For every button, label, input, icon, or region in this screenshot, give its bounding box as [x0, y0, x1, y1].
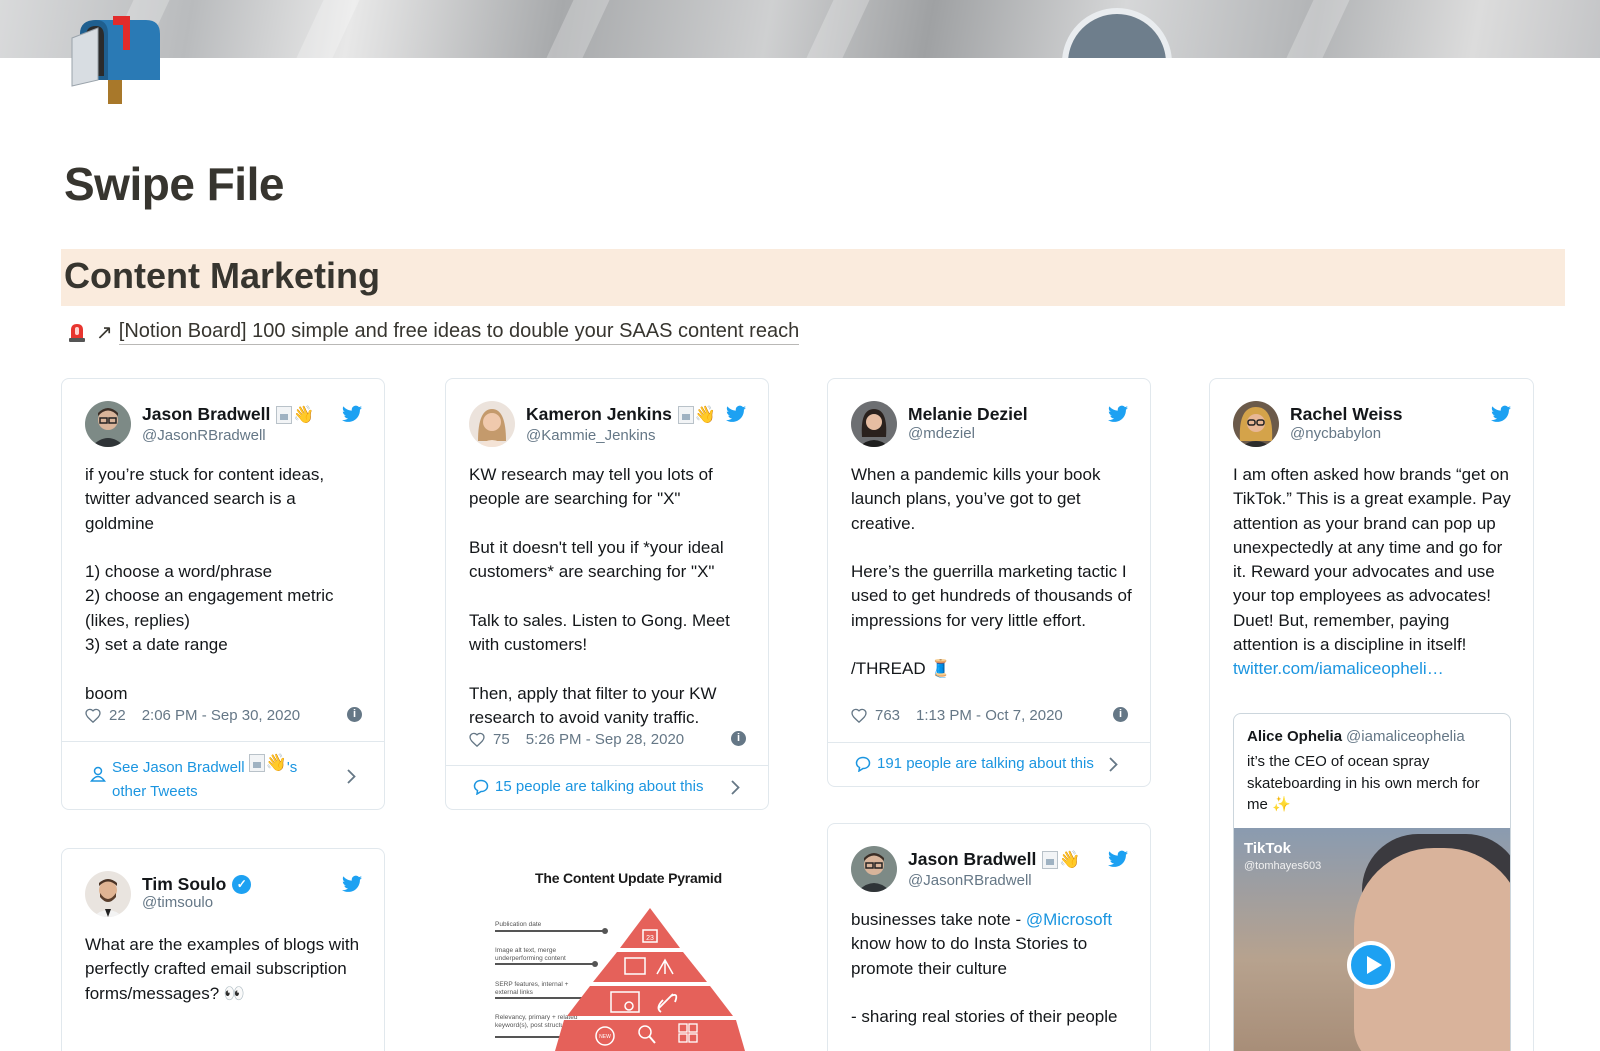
- see-other-tweets-link[interactable]: See Jason Bradwell 👋's other Tweets: [62, 741, 384, 809]
- wave-emoji-icon: 👋: [677, 405, 716, 425]
- tweet-author-handle[interactable]: @JasonRBradwell: [908, 872, 1032, 889]
- avatar[interactable]: [851, 401, 897, 447]
- like-count[interactable]: 763: [875, 707, 900, 724]
- tweet-author-name[interactable]: Tim Soulo ✓: [142, 874, 252, 895]
- tweet-author-handle[interactable]: @JasonRBradwell: [142, 427, 266, 444]
- quoted-tweet-text: it’s the CEO of ocean spray skateboardin…: [1247, 753, 1480, 813]
- avatar[interactable]: [85, 871, 131, 917]
- tweet-author-name[interactable]: Kameron Jenkins 👋: [526, 404, 716, 425]
- section-heading[interactable]: Content Marketing: [64, 255, 380, 297]
- wave-emoji-icon: 👋: [248, 751, 287, 775]
- heart-icon[interactable]: [85, 708, 101, 723]
- link-arrow-icon: ↗: [96, 321, 113, 344]
- person-icon: [90, 766, 106, 782]
- like-count[interactable]: 22: [109, 707, 126, 724]
- tweet-text: KW research may tell you lots of people …: [469, 465, 730, 727]
- notion-board-link-text[interactable]: [Notion Board] 100 simple and free ideas…: [118, 320, 800, 345]
- twitter-bird-icon[interactable]: [342, 405, 362, 423]
- footer-link-text[interactable]: See Jason Bradwell: [112, 759, 245, 776]
- play-button[interactable]: [1347, 941, 1395, 989]
- info-icon[interactable]: i: [731, 731, 746, 746]
- tiktok-handle: @tomhayes603: [1244, 860, 1322, 872]
- tweet-author-handle[interactable]: @nycbabylon: [1290, 425, 1381, 442]
- quoted-author-name[interactable]: Alice Ophelia: [1247, 728, 1342, 745]
- tweet-author-handle[interactable]: @timsoulo: [142, 894, 213, 911]
- twitter-bird-icon[interactable]: [342, 875, 362, 893]
- twitter-bird-icon[interactable]: [1108, 405, 1128, 423]
- footer-link-text[interactable]: 15 people are talking about this: [495, 775, 703, 799]
- tweet-timestamp[interactable]: 2:06 PM - Sep 30, 2020: [142, 707, 300, 724]
- tweet-card[interactable]: Melanie Deziel @mdeziel When a pandemic …: [827, 378, 1151, 787]
- tweet-text: if you’re stuck for content ideas, twitt…: [85, 465, 334, 703]
- tweet-timestamp[interactable]: 5:26 PM - Sep 28, 2020: [526, 731, 684, 748]
- footer-link-text-line2[interactable]: other Tweets: [112, 783, 198, 800]
- notion-board-link[interactable]: ↗ [Notion Board] 100 simple and free ide…: [66, 318, 800, 346]
- twitter-bird-icon[interactable]: [1108, 850, 1128, 868]
- mailbox-icon[interactable]: [68, 14, 162, 104]
- conversation-link[interactable]: 191 people are talking about this: [828, 742, 1150, 786]
- wave-emoji-icon: 👋: [276, 405, 315, 425]
- speech-bubble-icon: [473, 779, 489, 795]
- heart-icon[interactable]: [469, 732, 485, 747]
- wave-emoji-icon: 👋: [1042, 850, 1081, 870]
- page-title[interactable]: Swipe File: [64, 157, 284, 211]
- twitter-bird-icon[interactable]: [1491, 405, 1511, 423]
- content-update-pyramid-image[interactable]: The Content Update Pyramid Publication d…: [495, 870, 745, 1051]
- tweet-text: I am often asked how brands “get on TikT…: [1233, 465, 1516, 679]
- tweet-link[interactable]: twitter.com/iamaliceopheli…: [1233, 659, 1444, 678]
- pyramid-graphic: 23 NEW: [555, 908, 745, 1051]
- tiktok-logo: TikTok: [1244, 840, 1291, 857]
- avatar[interactable]: [851, 846, 897, 892]
- twitter-bird-icon[interactable]: [726, 405, 746, 423]
- tweet-author-name[interactable]: Rachel Weiss: [1290, 404, 1403, 425]
- tweet-card[interactable]: Rachel Weiss @nycbabylon I am often aske…: [1209, 378, 1534, 1051]
- tweet-timestamp[interactable]: 1:13 PM - Oct 7, 2020: [916, 707, 1063, 724]
- info-icon[interactable]: i: [1113, 707, 1128, 722]
- svg-text:23: 23: [646, 935, 654, 942]
- mention-link[interactable]: @Microsoft: [1026, 910, 1112, 929]
- avatar[interactable]: [85, 401, 131, 447]
- chevron-right-icon[interactable]: [347, 769, 356, 784]
- pyramid-title: The Content Update Pyramid: [535, 870, 722, 886]
- tweet-author-name[interactable]: Jason Bradwell 👋: [908, 849, 1081, 870]
- tweet-card[interactable]: Jason Bradwell 👋 @JasonRBradwell busines…: [827, 823, 1151, 1051]
- tweet-card[interactable]: Jason Bradwell 👋 @JasonRBradwell if you’…: [61, 378, 385, 810]
- conversation-link[interactable]: 15 people are talking about this: [446, 765, 768, 809]
- speech-bubble-icon: [855, 756, 871, 772]
- tweet-author-name[interactable]: Melanie Deziel: [908, 404, 1028, 425]
- like-count[interactable]: 75: [493, 731, 510, 748]
- tweet-card[interactable]: Tim Soulo ✓ @timsoulo What are the examp…: [61, 848, 385, 1051]
- avatar[interactable]: [469, 401, 515, 447]
- quoted-tweet[interactable]: Alice Ophelia @iamaliceophelia it’s the C…: [1233, 713, 1511, 1051]
- tweet-author-handle[interactable]: @mdeziel: [908, 425, 975, 442]
- footer-link-text[interactable]: 191 people are talking about this: [877, 752, 1094, 776]
- quoted-author-handle[interactable]: @iamaliceophelia: [1346, 728, 1465, 745]
- tweet-author-name[interactable]: Jason Bradwell 👋: [142, 404, 315, 425]
- tweet-text: businesses take note - @Microsoft know h…: [851, 910, 1118, 1027]
- chevron-right-icon[interactable]: [1109, 757, 1118, 772]
- verified-badge-icon: ✓: [232, 875, 252, 894]
- page-cover-image[interactable]: [0, 0, 1600, 58]
- info-icon[interactable]: i: [347, 707, 362, 722]
- avatar[interactable]: [1233, 401, 1279, 447]
- tweet-text: When a pandemic kills your book launch p…: [851, 465, 1132, 679]
- chevron-right-icon[interactable]: [731, 780, 740, 795]
- svg-text:NEW: NEW: [599, 1034, 611, 1040]
- video-thumbnail[interactable]: TikTok @tomhayes603: [1234, 828, 1510, 1051]
- heart-icon[interactable]: [851, 708, 867, 723]
- tweet-card[interactable]: Kameron Jenkins 👋 @Kammie_Jenkins KW res…: [445, 378, 769, 810]
- tweet-text: What are the examples of blogs with perf…: [85, 935, 364, 1003]
- siren-emoji-icon: [66, 321, 88, 343]
- tweet-author-handle[interactable]: @Kammie_Jenkins: [526, 427, 655, 444]
